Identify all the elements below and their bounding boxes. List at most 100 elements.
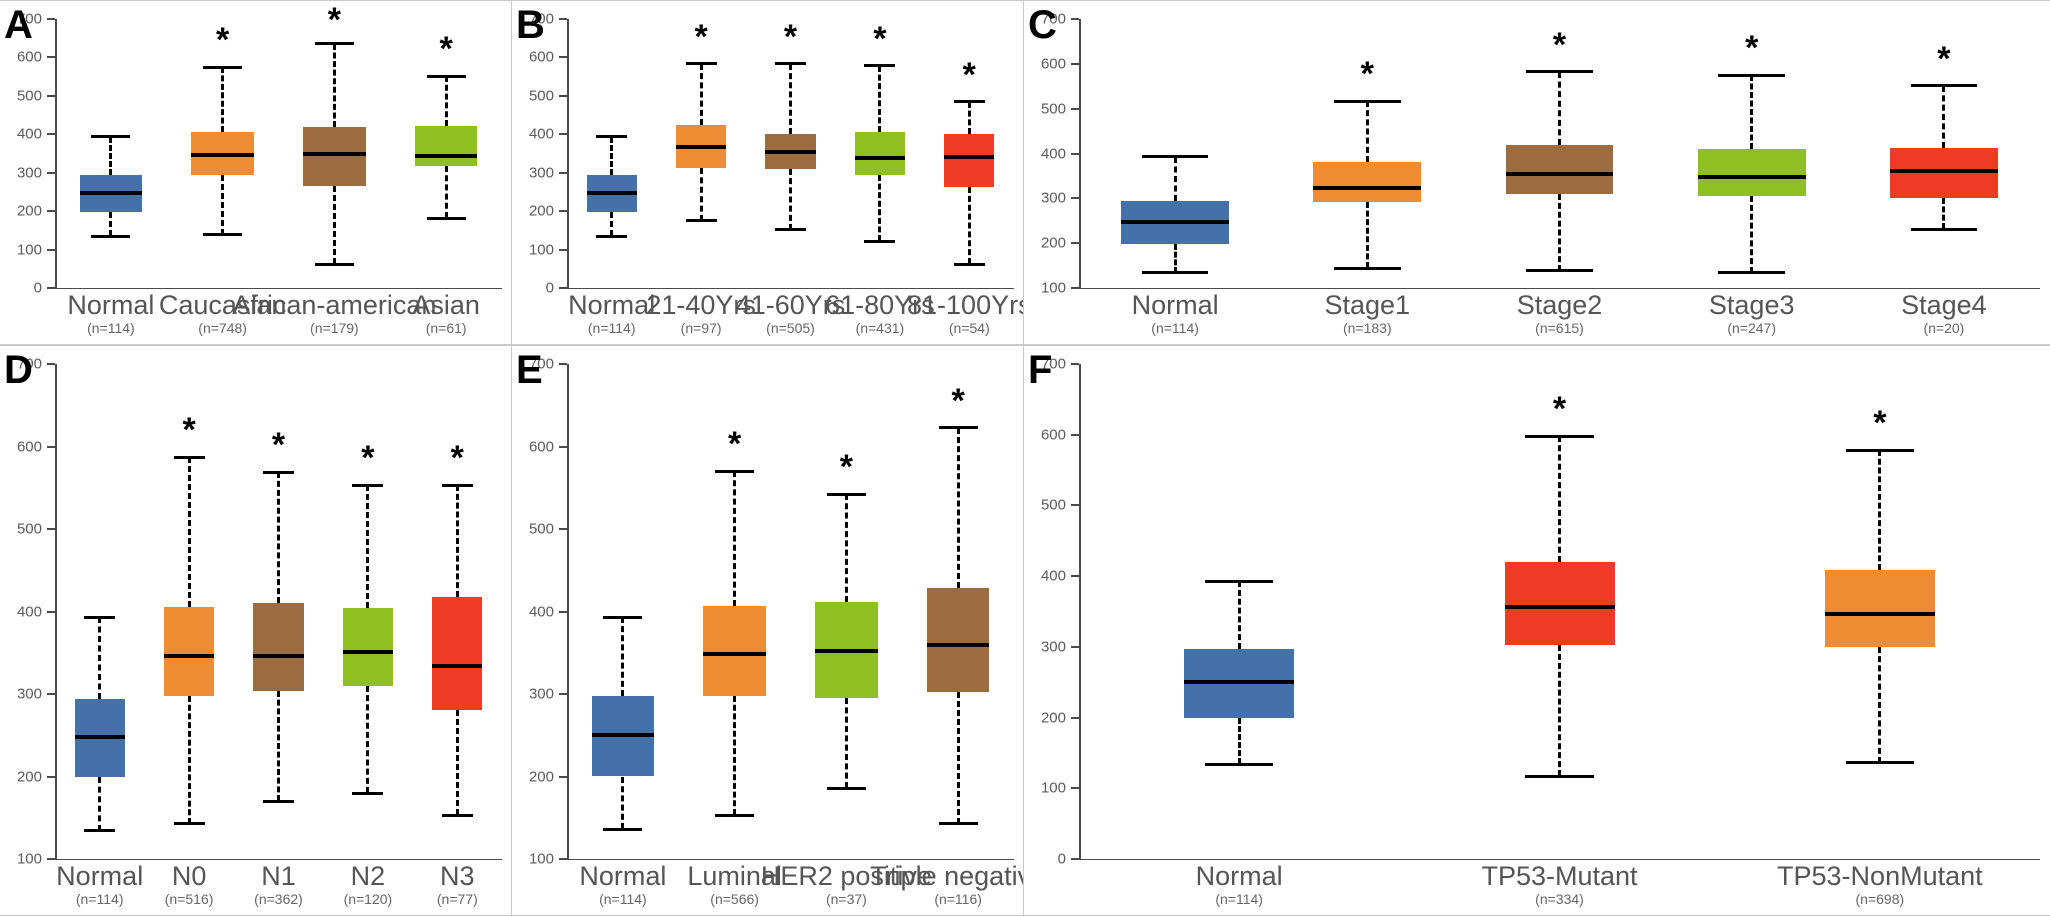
whisker-upper <box>844 494 848 603</box>
panel-letter-b: B <box>516 3 545 47</box>
box-triple-negative[interactable] <box>926 588 990 692</box>
category-sample-size: (n=20) <box>1923 320 1965 336</box>
box-tp53-nonmutant[interactable] <box>1824 570 1935 647</box>
y-tick-label: 500 <box>528 87 554 105</box>
category-sample-size: (n=114) <box>599 891 647 907</box>
whisker-upper <box>1558 436 1561 562</box>
significance-star: * <box>1937 39 1951 78</box>
box-stage2[interactable] <box>1505 145 1614 195</box>
cap-upper <box>203 65 243 69</box>
cap-lower <box>203 233 243 237</box>
panel-c: C 100 200 300 400 500 600 700 Normal (n=114) * Stag… <box>1024 0 2050 345</box>
category-name: African-american <box>232 290 437 320</box>
y-tick-label: 300 <box>1040 638 1066 656</box>
box-n2[interactable] <box>342 608 393 686</box>
y-tick-label: 200 <box>1040 709 1066 727</box>
box-luminal[interactable] <box>703 605 766 697</box>
cap-lower <box>1205 762 1274 766</box>
y-tick-label: 600 <box>1040 426 1066 444</box>
box-tp53-mutant[interactable] <box>1504 562 1615 645</box>
whisker-lower <box>455 709 459 816</box>
cap-lower <box>441 813 473 817</box>
y-tick <box>559 56 567 59</box>
whisker-lower <box>98 777 102 831</box>
category-sample-size: (n=698) <box>1855 891 1905 907</box>
median-line <box>1121 219 1229 224</box>
category-label: Normal (n=114) <box>1196 861 1283 907</box>
cap-upper <box>1910 84 1978 88</box>
y-tick-label: 600 <box>16 48 42 66</box>
panel-b: B 0 100 200 300 400 500 600 700 Normal (n=114) * 21-… <box>512 0 1024 345</box>
whisker-upper <box>455 485 459 597</box>
y-tick-label: 300 <box>528 685 554 703</box>
box-81-100yrs[interactable] <box>944 134 995 188</box>
y-tick <box>1071 716 1079 719</box>
y-tick <box>47 693 55 695</box>
y-tick-label: 300 <box>16 685 42 703</box>
median-line <box>944 154 995 159</box>
category-sample-size: (n=116) <box>934 891 982 907</box>
cap-upper <box>953 100 985 104</box>
significance-star: * <box>1552 390 1567 429</box>
category-label: Normal (n=114) <box>1132 290 1219 336</box>
panel-letter-d: D <box>4 348 33 392</box>
category-label: N3 (n=77) <box>437 861 478 907</box>
median-line <box>591 733 655 738</box>
panel-letter-c: C <box>1028 3 1057 47</box>
category-name: N2 <box>350 861 386 891</box>
box-n1[interactable] <box>253 603 304 691</box>
whisker-upper <box>1237 581 1241 649</box>
category-label: Triple negative(n=116) <box>870 861 1023 907</box>
category-sample-size: (n=183) <box>1342 320 1392 336</box>
whisker-lower <box>699 167 703 221</box>
plot-area-e: 100 200 300 400 500 600 700 Normal (n=114) * Lumin… <box>512 346 1023 915</box>
cap-upper <box>352 483 384 487</box>
y-axis-line <box>1079 19 1081 288</box>
y-tick-label: 0 <box>545 279 554 297</box>
y-tick <box>1071 107 1079 110</box>
category-name: Asian <box>412 290 480 320</box>
box-asian[interactable] <box>414 125 478 166</box>
box-61-80yrs[interactable] <box>854 131 905 176</box>
significance-star: * <box>839 448 853 487</box>
panel-e: E 100 200 300 400 500 600 700 Normal (n=114) * Lumi… <box>512 345 1024 916</box>
whisker-lower <box>878 175 882 242</box>
plot-area-b: 0 100 200 300 400 500 600 700 Normal (n=114) * 21-4… <box>512 1 1023 344</box>
y-tick <box>559 775 567 778</box>
cap-lower <box>596 235 628 238</box>
y-tick <box>559 248 567 251</box>
x-axis-line <box>567 859 1014 860</box>
whisker-upper <box>187 457 191 607</box>
cap-upper <box>596 135 628 139</box>
significance-star: * <box>361 439 375 478</box>
y-tick <box>1071 575 1079 578</box>
median-line <box>1890 169 1998 174</box>
significance-star: * <box>1873 404 1887 443</box>
box-n3[interactable] <box>432 596 483 710</box>
box-n0[interactable] <box>164 606 215 696</box>
y-tick-label: 100 <box>528 241 554 259</box>
box-stage3[interactable] <box>1697 148 1806 197</box>
y-tick <box>47 94 55 97</box>
box-stage1[interactable] <box>1313 162 1422 203</box>
category-name: N1 <box>261 861 296 891</box>
panel-letter-e: E <box>516 348 543 392</box>
y-axis-line <box>1079 364 1081 859</box>
y-tick-label: 100 <box>16 850 42 868</box>
whisker-upper <box>332 43 336 127</box>
cap-upper <box>91 135 131 139</box>
category-label: N0 (n=516) <box>165 861 214 907</box>
cap-upper <box>603 615 643 619</box>
panel-f: F 0 100 200 300 400 500 600 700 Normal (n=114) * TP5… <box>1024 345 2050 916</box>
category-sample-size: (n=54) <box>948 320 990 336</box>
median-line <box>1504 605 1615 610</box>
cap-upper <box>864 64 896 68</box>
whisker-lower <box>1942 197 1946 230</box>
cap-lower <box>352 791 384 795</box>
significance-star: * <box>873 19 887 58</box>
x-axis-line <box>1079 859 2040 860</box>
median-line <box>676 144 727 149</box>
whisker-lower <box>789 168 792 230</box>
cap-upper <box>441 483 473 487</box>
whisker-lower <box>733 696 737 816</box>
